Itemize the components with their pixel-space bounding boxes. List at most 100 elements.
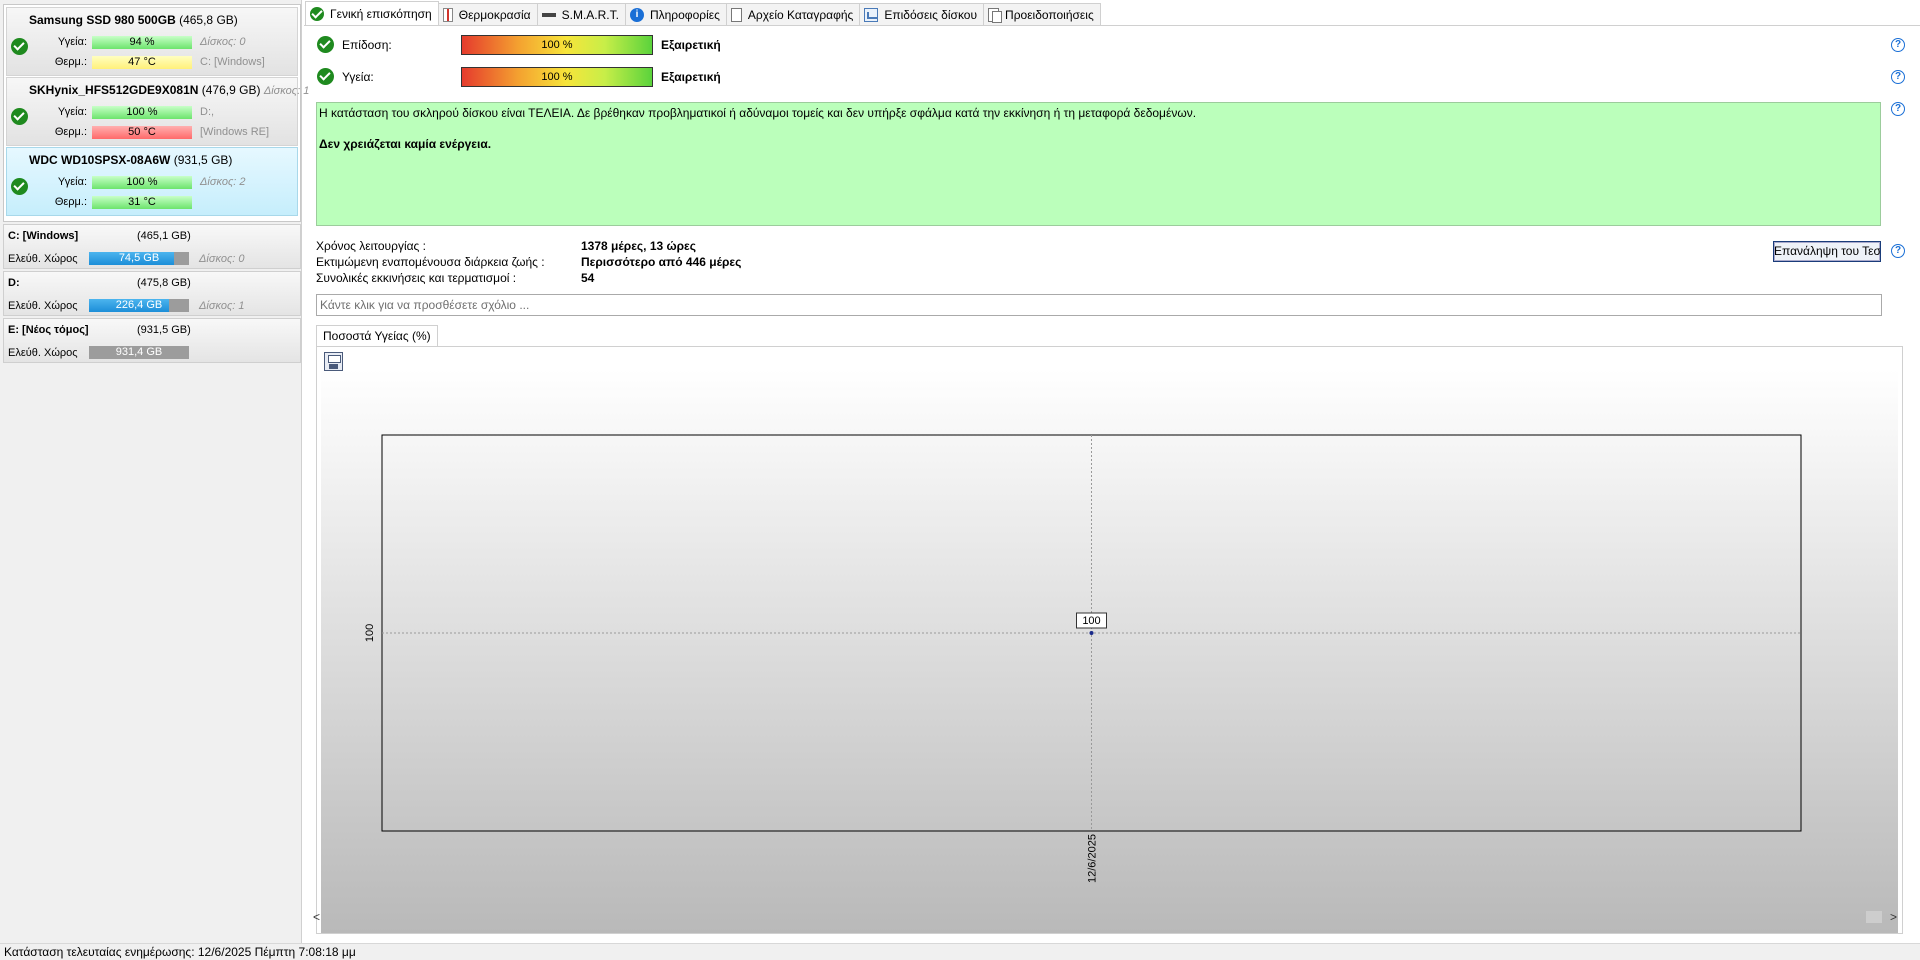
tab-label: Πληροφορίες (649, 7, 720, 22)
tab-temperature[interactable]: Θερμοκρασία (437, 3, 538, 25)
benchmark-chart-icon (864, 7, 879, 22)
tab-label: Επιδόσεις δίσκου (884, 7, 978, 22)
volume-name: D: (8, 277, 20, 289)
performance-rating: Εξαιρετική (661, 38, 721, 52)
disk-name: WDC WD10SPSX-08A6W (29, 153, 171, 167)
temp-label: Θερμ.: (54, 196, 87, 208)
disk-volumes-2: [Windows RE] (200, 126, 270, 138)
health-label: Υγεία: (57, 106, 87, 118)
disk-item-samsung[interactable]: Samsung SSD 980 500GB (465,8 GB) Υγεία: … (6, 7, 298, 76)
temp-label: Θερμ.: (54, 56, 87, 68)
disk-item-skhynix[interactable]: SKHynix_HFS512GDE9X081N (476,9 GB) Δίσκο… (6, 77, 309, 146)
disk-capacity: (931,5 GB) (173, 153, 233, 167)
disk-title: WDC WD10SPSX-08A6W (931,5 GB) (29, 153, 232, 167)
volume-capacity: (475,8 GB) (137, 277, 191, 289)
repeat-test-button[interactable]: Επανάληψη του Τεστ (1773, 241, 1881, 262)
help-icon[interactable]: ? (1891, 244, 1905, 258)
status-text: Η κατάσταση του σκληρού δίσκου είναι ΤΕΛ… (319, 106, 1197, 120)
help-icon[interactable]: ? (1891, 38, 1905, 52)
check-circle-icon (317, 68, 334, 85)
health-chart-area: 12/6/2025 100 100 (316, 346, 1903, 934)
status-message-box: Η κατάσταση του σκληρού δίσκου είναι ΤΕΛ… (316, 102, 1881, 226)
disk-title: SKHynix_HFS512GDE9X081N (476,9 GB) Δίσκο… (29, 83, 309, 97)
health-bar: 100 % (92, 176, 192, 189)
free-space-label: Ελεύθ. Χώρος (8, 253, 78, 265)
disk-list: Samsung SSD 980 500GB (465,8 GB) Υγεία: … (3, 4, 309, 222)
volume-disk: Δίσκος: 0 (199, 253, 245, 265)
data-point (1089, 631, 1094, 635)
app-window: Samsung SSD 980 500GB (465,8 GB) Υγεία: … (0, 0, 1920, 960)
scroll-left-button[interactable]: < (313, 910, 320, 924)
free-space-value: 74,5 GB (118, 252, 160, 264)
scroll-right-button[interactable]: > (1890, 910, 1897, 924)
health-chart: 12/6/2025 100 100 (364, 434, 1802, 883)
smart-icon (541, 8, 556, 22)
lifetime-label: Εκτιμώμενη εναπομένουσα διάρκεια ζωής : (316, 255, 545, 269)
health-rating: Εξαιρετική (661, 70, 721, 84)
status-action: Δεν χρειάζεται καμία ενέργεια. (319, 137, 492, 151)
disk-capacity: (476,9 GB) (201, 83, 261, 97)
tab-alerts[interactable]: Προειδοποιήσεις (983, 3, 1101, 25)
free-space-value: 226,4 GB (115, 299, 163, 311)
disk-number: Δίσκος: 2 (200, 176, 246, 188)
free-space-bar: 931,4 GB (89, 346, 189, 359)
tab-label: Γενική επισκόπηση (330, 6, 432, 21)
performance-label: Επίδοση: (342, 38, 392, 52)
disk-volumes: D:, (200, 106, 215, 118)
temp-bar: 50 °C (92, 126, 192, 139)
tab-label: Θερμοκρασία (458, 7, 531, 22)
check-circle-icon (317, 36, 334, 53)
health-bar: 100 % (92, 106, 192, 119)
tab-disk-performance[interactable]: Επιδόσεις δίσκου (859, 3, 985, 25)
y-tick-label: 100 (364, 624, 376, 642)
data-label: 100 (1082, 615, 1100, 627)
tab-information[interactable]: i Πληροφορίες (624, 3, 727, 25)
uptime-label: Χρόνος λειτουργίας : (316, 239, 426, 253)
tab-overview[interactable]: Γενική επισκόπηση (305, 1, 439, 25)
volume-item-d[interactable]: D: (475,8 GB) Ελεύθ. Χώρος 226,4 GB Δίσκ… (3, 271, 301, 316)
info-icon: i (629, 7, 644, 22)
temp-label: Θερμ.: (54, 126, 87, 138)
uptime-value: 1378 μέρες, 13 ώρες (581, 239, 696, 253)
health-label: Υγεία: (57, 36, 87, 48)
volume-capacity: (931,5 GB) (137, 324, 191, 336)
temp-bar: 47 °C (92, 56, 192, 69)
health-bar: 100 % (461, 67, 653, 87)
tab-health-chart[interactable]: Ποσοστά Υγείας (%) (316, 325, 438, 347)
disk-name: SKHynix_HFS512GDE9X081N (29, 83, 199, 97)
comment-field[interactable]: Κάντε κλικ για να προσθέσετε σχόλιο ... (316, 294, 1882, 316)
free-space-value: 931,4 GB (115, 346, 163, 358)
free-space-label: Ελεύθ. Χώρος (8, 347, 78, 359)
tab-smart[interactable]: S.M.A.R.T. (536, 3, 626, 25)
tab-bar: Γενική επισκόπηση Θερμοκρασία S.M.A.R.T.… (305, 1, 1101, 25)
free-space-label: Ελεύθ. Χώρος (8, 300, 78, 312)
temp-bar: 31 °C (92, 196, 192, 209)
health-bar: 94 % (92, 36, 192, 49)
volume-capacity: (465,1 GB) (137, 230, 191, 242)
disk-capacity: (465,8 GB) (179, 13, 238, 27)
volume-name: E: [Νέος τόμος] (8, 324, 89, 336)
check-circle-icon (310, 6, 324, 21)
disk-title: Samsung SSD 980 500GB (465,8 GB) (29, 13, 238, 27)
tab-log[interactable]: Αρχείο Καταγραφής (725, 3, 861, 25)
volume-item-e[interactable]: E: [Νέος τόμος] (931,5 GB) Ελεύθ. Χώρος … (3, 318, 301, 363)
overview-panel: Επίδοση: 100 % Εξαιρετική ? Υγεία: 100 %… (304, 25, 1920, 943)
help-icon[interactable]: ? (1891, 70, 1905, 84)
lifetime-value: Περισσότερο από 446 μέρες (581, 255, 742, 269)
help-icon[interactable]: ? (1891, 102, 1905, 116)
disk-item-wdc[interactable]: WDC WD10SPSX-08A6W (931,5 GB) Υγεία: 100… (6, 147, 298, 216)
tab-label: Αρχείο Καταγραφής (747, 7, 854, 22)
disk-name: Samsung SSD 980 500GB (29, 13, 176, 27)
performance-bar: 100 % (461, 35, 653, 55)
log-file-icon (730, 7, 742, 22)
tab-label: S.M.A.R.T. (561, 7, 619, 22)
volume-disk: Δίσκος: 1 (199, 300, 245, 312)
power-cycles-value: 54 (581, 271, 595, 285)
health-label: Υγεία: (57, 176, 87, 188)
scrollbar-thumb[interactable] (1866, 911, 1882, 923)
disk-number: Δίσκος: 0 (200, 36, 246, 48)
tab-label: Προειδοποιήσεις (1005, 7, 1094, 22)
volume-item-c[interactable]: C: [Windows] (465,1 GB) Ελεύθ. Χώρος 74,… (3, 224, 301, 269)
x-tick-label: 12/6/2025 (1087, 834, 1099, 883)
free-space-bar: 226,4 GB (89, 299, 189, 312)
